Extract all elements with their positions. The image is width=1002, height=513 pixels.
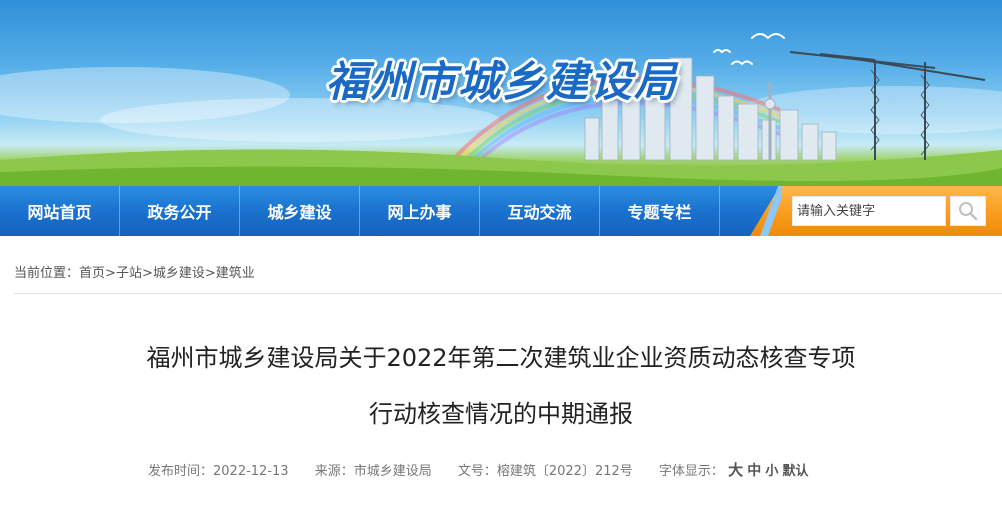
breadcrumb-construction[interactable]: 建筑业 xyxy=(216,266,255,281)
breadcrumb-separator: > xyxy=(141,266,153,281)
nav-item-gov-affairs[interactable]: 政务公开 xyxy=(120,186,240,236)
breadcrumb-urban-rural[interactable]: 城乡建设 xyxy=(153,266,205,281)
search-icon xyxy=(959,202,978,221)
breadcrumb-divider xyxy=(14,293,1002,294)
font-size-large-button[interactable]: 大 xyxy=(728,461,743,479)
breadcrumb-home[interactable]: 首页 xyxy=(79,266,105,281)
document-number: 文号：榕建筑〔2022〕212号 xyxy=(457,464,633,479)
search-button[interactable] xyxy=(950,196,986,226)
site-logo-title[interactable]: 福州市城乡建设局 xyxy=(326,48,678,109)
article-title-line-2: 行动核查情况的中期通报 xyxy=(369,400,633,428)
search-input[interactable] xyxy=(792,196,946,226)
nav-item-urban-rural[interactable]: 城乡建设 xyxy=(240,186,360,236)
font-size-label: 字体显示： xyxy=(658,464,724,479)
breadcrumb-substation[interactable]: 子站 xyxy=(116,266,142,281)
font-size-default-button[interactable]: 默认 xyxy=(783,464,809,479)
nav-item-interaction[interactable]: 互动交流 xyxy=(480,186,600,236)
font-size-medium-button[interactable]: 中 xyxy=(747,463,761,479)
breadcrumb-prefix: 当前位置： xyxy=(14,266,80,281)
breadcrumb-separator: > xyxy=(204,266,216,281)
breadcrumb: 当前位置：首页>子站>城乡建设>建筑业 xyxy=(14,262,255,281)
article-title-line-1: 福州市城乡建设局关于2022年第二次建筑业企业资质动态核查专项 xyxy=(146,344,856,372)
publish-date: 发布时间：2022-12-13 xyxy=(148,464,289,479)
font-size-small-button[interactable]: 小 xyxy=(765,464,778,479)
article-meta: 发布时间：2022-12-13 来源：市城乡建设局 文号：榕建筑〔2022〕21… xyxy=(148,459,809,480)
article-source: 来源：市城乡建设局 xyxy=(314,464,432,479)
breadcrumb-separator: > xyxy=(105,266,116,281)
nav-item-topics[interactable]: 专题专栏 xyxy=(600,186,720,236)
header-banner: 福州市城乡建设局 xyxy=(0,0,1002,186)
nav-item-online-service[interactable]: 网上办事 xyxy=(360,186,480,236)
nav-item-home[interactable]: 网站首页 xyxy=(0,186,120,236)
